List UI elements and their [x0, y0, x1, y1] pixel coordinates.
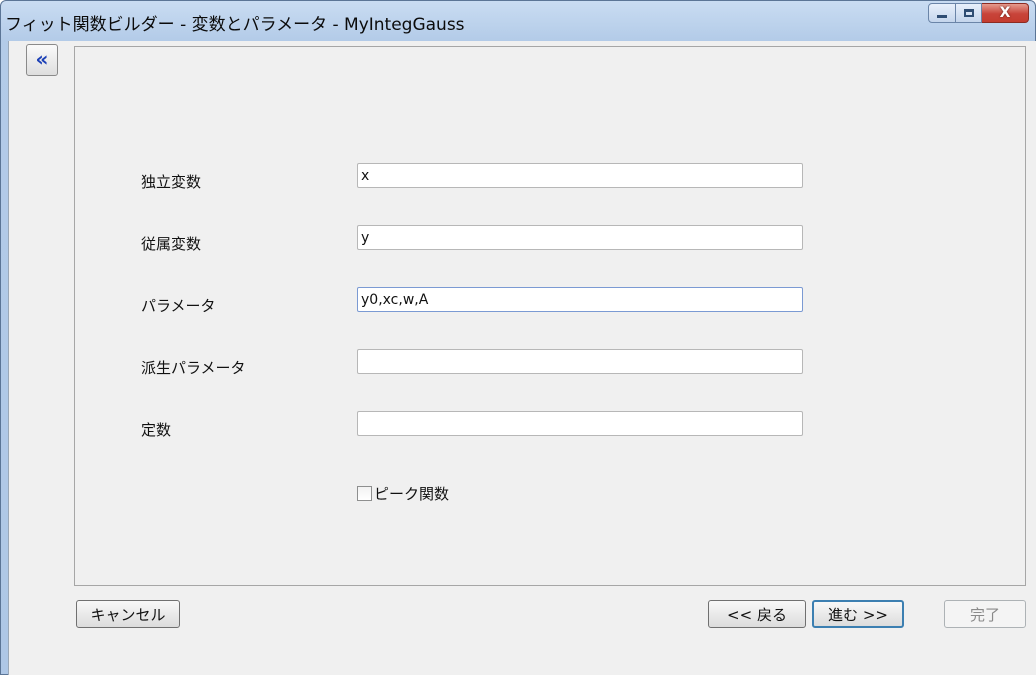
cancel-button[interactable]: キャンセル: [76, 600, 180, 628]
title-bar[interactable]: フィット関数ビルダー - 変数とパラメータ - MyIntegGauss X: [1, 1, 1035, 41]
dependent-variable-label: 従属変数: [141, 235, 202, 253]
close-icon: X: [999, 5, 1011, 21]
back-button[interactable]: << 戻る: [708, 600, 806, 628]
dependent-variable-input[interactable]: [357, 225, 803, 250]
window-controls: X: [928, 3, 1029, 25]
peak-function-checkbox[interactable]: [357, 486, 372, 501]
collapse-sidebar-button[interactable]: «: [26, 44, 58, 76]
close-button[interactable]: X: [982, 3, 1029, 23]
next-button[interactable]: 進む >>: [812, 600, 904, 628]
minimize-icon: [937, 14, 947, 18]
maximize-button[interactable]: [956, 3, 982, 23]
parameters-label: パラメータ: [141, 297, 216, 315]
constants-label: 定数: [141, 421, 172, 439]
double-chevron-left-icon: «: [35, 47, 49, 71]
maximize-icon: [963, 9, 974, 17]
peak-function-label[interactable]: ピーク関数: [374, 483, 449, 504]
derived-parameters-input[interactable]: [357, 349, 803, 374]
finish-button[interactable]: 完了: [944, 600, 1026, 628]
independent-variable-input[interactable]: [357, 163, 803, 188]
independent-variable-label: 独立変数: [141, 173, 202, 191]
derived-parameters-label: 派生パラメータ: [141, 359, 246, 377]
constants-input[interactable]: [357, 411, 803, 436]
window-title: フィット関数ビルダー - 変数とパラメータ - MyIntegGauss: [5, 15, 465, 35]
variables-panel: 独立変数 従属変数 パラメータ 派生パラメータ 定数 ピーク関数: [74, 46, 1026, 586]
parameters-input[interactable]: [357, 287, 803, 312]
peak-function-option[interactable]: ピーク関数: [357, 483, 449, 504]
minimize-button[interactable]: [928, 3, 956, 23]
